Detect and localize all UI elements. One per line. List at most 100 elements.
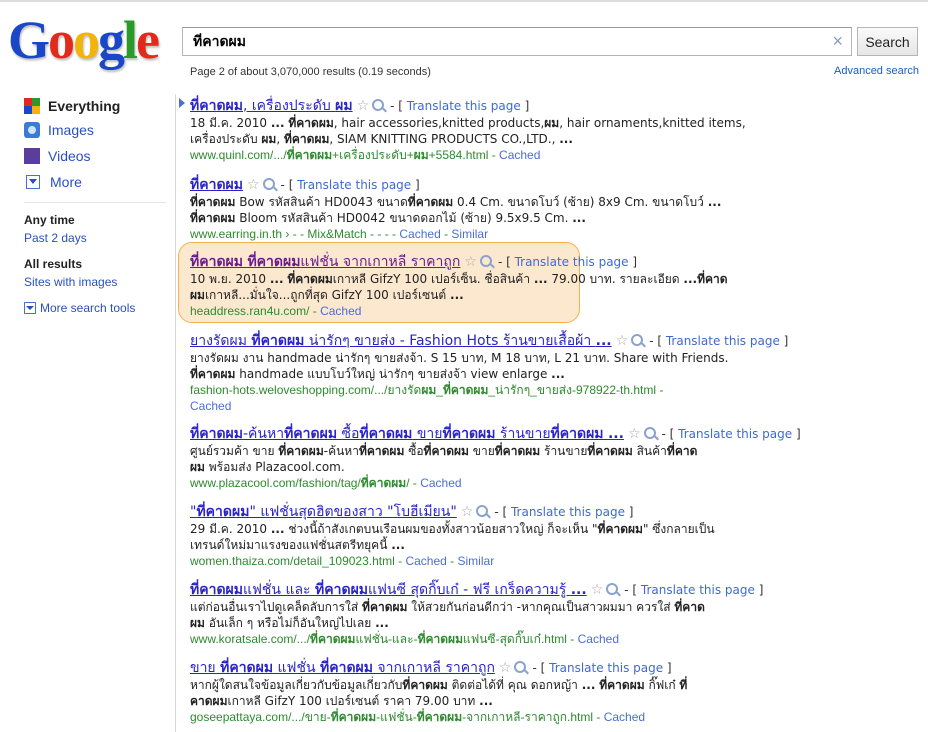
result-title-link[interactable]: ยางรัดผม ที่คาดผม น่ารักๆ ขายส่ง - Fashi… (190, 333, 612, 349)
translate-wrapper: - [ Translate this page ] (661, 427, 801, 441)
preview-magnifier-icon[interactable] (643, 427, 656, 439)
past-2-days-link[interactable]: Past 2 days (24, 231, 87, 245)
star-icon[interactable]: ☆ (591, 582, 604, 598)
star-icon[interactable]: ☆ (461, 504, 474, 520)
translate-link[interactable]: Translate this page (407, 99, 521, 113)
sidebar-item-label: Everything (48, 98, 121, 114)
preview-magnifier-icon[interactable] (479, 255, 492, 267)
result-title-link[interactable]: ขาย ที่คาดผม แฟชั่น ที่คาดผม จากเกาหลี ร… (190, 660, 495, 676)
search-box[interactable]: × (182, 27, 852, 56)
translate-wrapper: - [ Translate this page ] (497, 255, 638, 269)
separator: - (409, 476, 421, 490)
search-result: ที่คาดผม ☆ - [ Translate this page ] ที่คาด… (190, 176, 910, 242)
preview-magnifier-icon[interactable] (606, 583, 619, 595)
top-border (0, 0, 928, 2)
result-title-line: ที่คาดผม, เครื่องประดับ ผม ☆ - [ Translate… (190, 97, 910, 115)
sidebar-item-everything[interactable]: Everything (24, 96, 120, 116)
result-url: www.earring.in.th › - - Mix&Match - - - (190, 227, 389, 241)
sidebar-item-videos[interactable]: Videos (24, 146, 91, 166)
result-title-link[interactable]: ที่คาดผม-ค้นหาที่คาดผม ซื้อที่คาดผม ขายท… (190, 426, 624, 442)
cached-link[interactable]: Cached (190, 399, 231, 413)
result-title-line: ยางรัดผม ที่คาดผม น่ารักๆ ขายส่ง - Fashi… (190, 332, 910, 350)
translate-link[interactable]: Translate this page (641, 583, 755, 597)
logo-letter: o (73, 10, 100, 70)
sidebar-item-label: Videos (48, 148, 91, 164)
result-cite: www.earring.in.th › - - Mix&Match - - - … (190, 226, 910, 242)
star-icon[interactable]: ☆ (616, 333, 629, 349)
translate-wrapper: - [ Translate this page ] (624, 583, 764, 597)
cached-link[interactable]: Cached (420, 476, 461, 490)
result-snippet: หากผู้ใดสนใจข้อมูลเกี่ยวกับข้อมูลเกี่ยวก… (190, 678, 688, 708)
star-icon[interactable]: ☆ (247, 177, 260, 193)
similar-link[interactable]: Similar (451, 227, 488, 241)
result-title-link[interactable]: ที่คาดผม (190, 177, 243, 193)
cached-link[interactable]: Cached (578, 632, 619, 646)
separator: - (309, 304, 321, 318)
search-result: ที่คาดผมแฟชั่น และ ที่คาดผมแฟนซี สุดกิ๊บ… (190, 581, 910, 647)
translate-link[interactable]: Translate this page (678, 427, 792, 441)
star-icon[interactable]: ☆ (357, 98, 370, 114)
cached-link[interactable]: Cached (405, 554, 446, 568)
separator: - (593, 710, 604, 724)
result-title-link[interactable]: "ที่คาดผม" แฟชั่นสุดฮิตของสาว "โบฮีเมียน… (190, 504, 457, 520)
translate-link[interactable]: Translate this page (511, 505, 625, 519)
result-snippet: 10 พ.ย. 2010 ... ที่คาดผมเกาหลี GifzY 10… (190, 272, 728, 302)
result-cite: goseepattaya.com/.../ขาย-ที่คาดผม-แฟชั่น… (190, 709, 910, 725)
result-stats: Page 2 of about 3,070,000 results (0.19 … (190, 66, 431, 78)
sidebar-item-label: More (50, 174, 82, 190)
star-icon[interactable]: ☆ (499, 660, 512, 676)
separator: - (566, 632, 578, 646)
translate-link[interactable]: Translate this page (515, 255, 629, 269)
star-icon[interactable]: ☆ (464, 254, 477, 270)
cached-link[interactable]: Cached (499, 148, 540, 162)
sidebar-item-more[interactable]: More (24, 172, 82, 192)
search-result: ที่คาดผม, เครื่องประดับ ผม ☆ - [ Translate… (190, 97, 910, 163)
cached-link[interactable]: Cached (320, 304, 361, 318)
result-url: www.plazacool.com/fashion/tag/ที่คาดผม/ (190, 476, 410, 490)
time-filter-heading: Any time (24, 213, 75, 227)
separator: - (446, 554, 458, 568)
result-url: www.quinl.com/.../ที่คาดผม+เครื่องประดับ… (190, 148, 489, 162)
current-result-arrow-icon (179, 98, 185, 108)
result-title-link[interactable]: ที่คาดผม ที่คาดผมแฟชั่น จากเกาหลี ราคาถู… (190, 254, 460, 270)
cached-link[interactable]: Cached (604, 710, 645, 724)
preview-magnifier-icon[interactable] (262, 178, 275, 190)
result-title-link[interactable]: ที่คาดผมแฟชั่น และ ที่คาดผมแฟนซี สุดกิ๊บ… (190, 582, 587, 598)
sites-with-images-link[interactable]: Sites with images (24, 275, 117, 289)
result-url: goseepattaya.com/.../ขาย-ที่คาดผม-แฟชั่น… (190, 710, 594, 724)
preview-magnifier-icon[interactable] (372, 99, 385, 111)
preview-magnifier-icon[interactable] (631, 334, 644, 346)
preview-magnifier-icon[interactable] (476, 505, 489, 517)
search-input[interactable] (191, 33, 815, 51)
translate-link[interactable]: Translate this page (549, 661, 663, 675)
images-icon (24, 122, 40, 138)
sidebar: Everything Images Videos More Any time P… (0, 94, 176, 732)
cached-link[interactable]: Cached (399, 227, 440, 241)
sidebar-item-images[interactable]: Images (24, 120, 94, 140)
result-title-link[interactable]: ที่คาดผม, เครื่องประดับ ผม (190, 98, 353, 114)
result-snippet: 29 มี.ค. 2010 ... ช่วงนี้ถ้าสังเกตบนเรือ… (190, 522, 715, 552)
star-icon[interactable]: ☆ (628, 426, 641, 442)
separator: - (394, 554, 406, 568)
translate-link[interactable]: Translate this page (666, 334, 780, 348)
logo-letter: o (48, 10, 75, 70)
videos-icon (24, 148, 40, 164)
google-logo[interactable]: Google (8, 8, 170, 72)
preview-magnifier-icon[interactable] (514, 661, 527, 673)
result-title-line: ที่คาดผม-ค้นหาที่คาดผม ซื้อที่คาดผม ขายท… (190, 425, 910, 443)
result-snippet: ศูนย์รวมค้า ขาย ที่คาดผม-ค้นหาที่คาดผม ซ… (190, 444, 698, 474)
translate-link[interactable]: Translate this page (297, 178, 411, 192)
logo-letter: l (123, 10, 138, 70)
separator: - (440, 227, 452, 241)
advanced-search-link[interactable]: Advanced search (834, 65, 919, 77)
similar-link[interactable]: Similar (458, 554, 495, 568)
result-cite: headdress.ran4u.com/ - Cached (190, 303, 910, 319)
result-title-line: "ที่คาดผม" แฟชั่นสุดฮิตของสาว "โบฮีเมียน… (190, 503, 910, 521)
everything-icon (24, 98, 40, 114)
result-cite: women.thaiza.com/detail_109023.html - Ca… (190, 553, 910, 569)
search-button[interactable]: Search (857, 27, 918, 56)
more-search-tools-link[interactable]: More search tools (24, 301, 135, 315)
clear-icon[interactable]: × (832, 31, 843, 52)
logo-letter: g (98, 10, 125, 70)
divider (24, 202, 166, 203)
